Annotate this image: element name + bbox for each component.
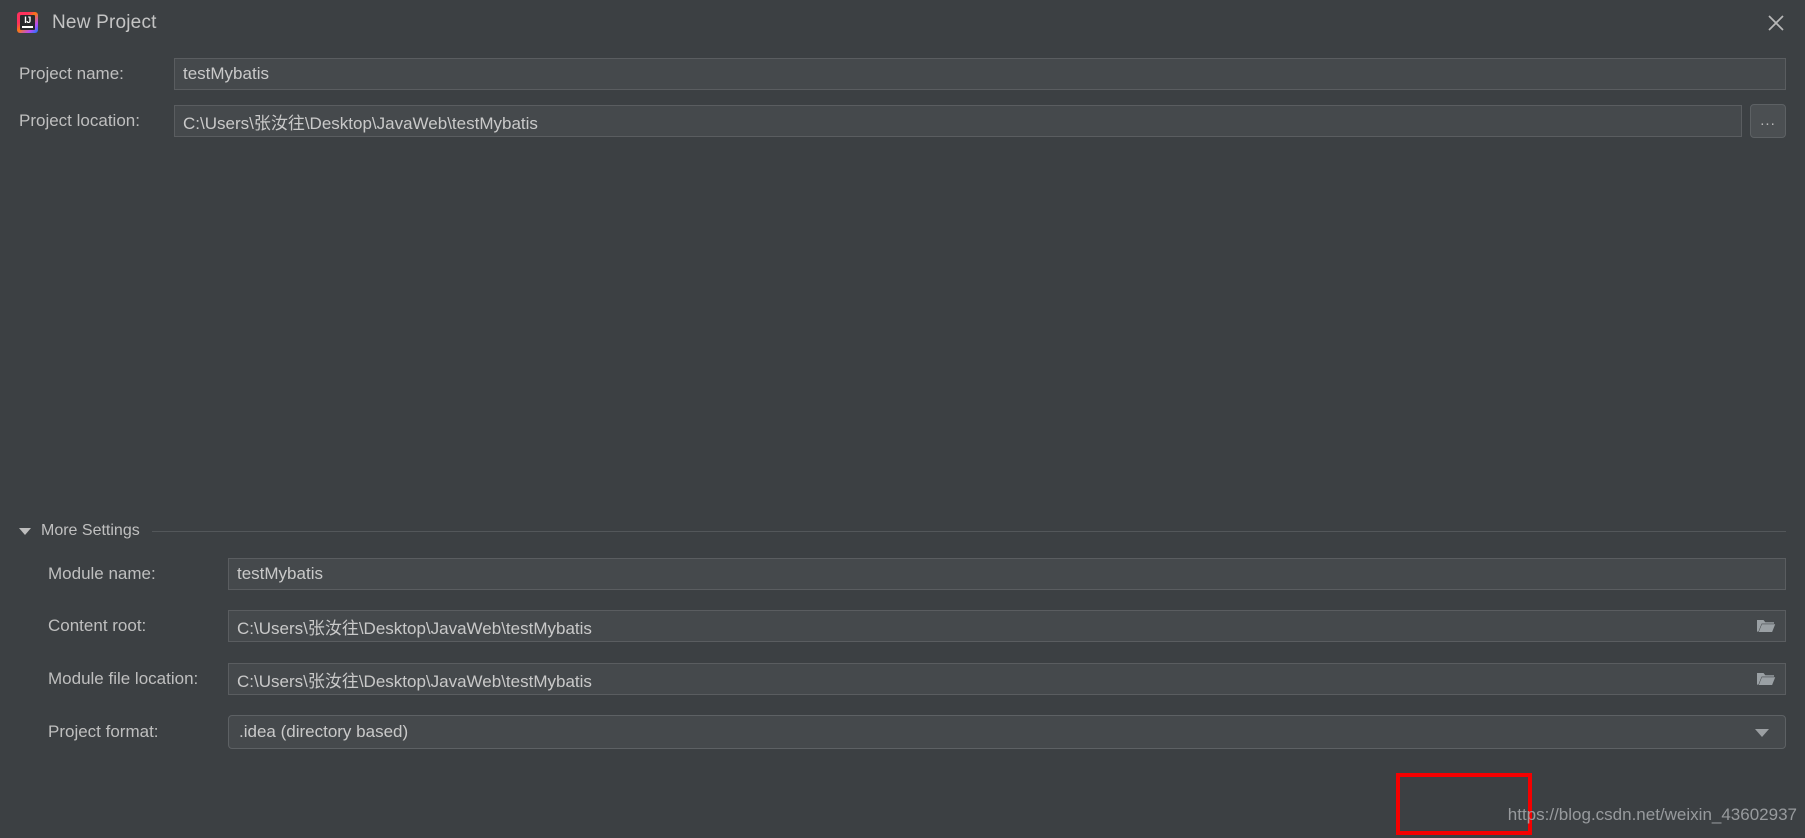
module-file-location-input[interactable]	[228, 663, 1786, 695]
project-format-label: Project format:	[48, 722, 159, 741]
project-name-label: Project name:	[19, 64, 124, 83]
module-name-label: Module name:	[48, 564, 156, 583]
module-name-row: Module name:	[48, 558, 1786, 590]
project-format-row: Project format: .idea (directory based)	[48, 715, 1786, 749]
project-location-browse-button[interactable]: ...	[1750, 104, 1786, 138]
folder-icon	[1757, 620, 1776, 632]
folder-icon	[1757, 673, 1776, 685]
project-format-select[interactable]: .idea (directory based)	[228, 715, 1786, 749]
module-name-input[interactable]	[228, 558, 1786, 590]
content-root-browse-button[interactable]	[1747, 611, 1785, 641]
project-name-row: Project name:	[19, 58, 1786, 90]
chevron-down-icon	[19, 527, 31, 535]
chevron-down-icon	[1755, 729, 1769, 737]
intellij-idea-icon: IJ	[14, 10, 40, 36]
dialog-title-bar: IJ New Project	[0, 0, 1805, 45]
watermark: https://blog.csdn.net/weixin_43602937	[1507, 805, 1797, 824]
module-file-location-row: Module file location:	[48, 663, 1786, 695]
ellipsis-icon: ...	[1760, 112, 1776, 129]
new-project-dialog: IJ New Project Project name: Project loc…	[0, 0, 1805, 838]
content-root-input[interactable]	[228, 610, 1786, 642]
content-root-label: Content root:	[48, 616, 147, 635]
project-location-label: Project location:	[19, 111, 140, 130]
dialog-title: New Project	[52, 11, 157, 33]
more-settings-divider	[151, 530, 1786, 532]
close-icon[interactable]	[1761, 8, 1791, 38]
module-file-location-browse-button[interactable]	[1747, 664, 1785, 694]
more-settings-toggle[interactable]: More Settings	[19, 520, 1786, 542]
project-location-input[interactable]	[174, 105, 1742, 137]
content-root-row: Content root:	[48, 610, 1786, 642]
more-settings-label: More Settings	[41, 522, 140, 539]
project-location-row: Project location: ...	[19, 104, 1786, 138]
module-file-location-label: Module file location:	[48, 669, 199, 688]
project-format-value: .idea (directory based)	[239, 722, 409, 741]
project-name-input[interactable]	[174, 58, 1786, 90]
